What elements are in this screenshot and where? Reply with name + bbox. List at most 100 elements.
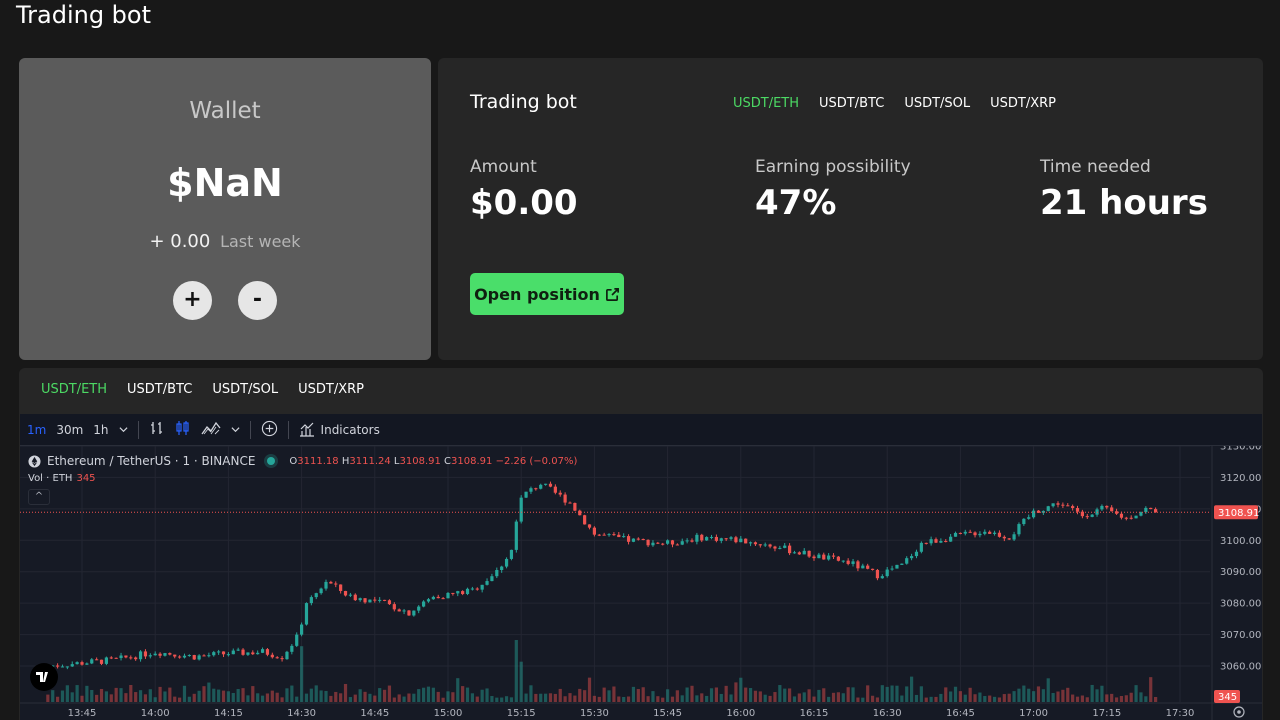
interval-30m-button[interactable]: 30m xyxy=(56,423,83,437)
candle xyxy=(914,551,919,557)
candle xyxy=(597,534,601,536)
interval-dropdown-chevron-icon[interactable] xyxy=(119,423,128,437)
candle xyxy=(56,665,60,667)
volume-bar xyxy=(905,686,909,702)
volume-bar xyxy=(822,688,826,702)
chart-style-chevron-icon[interactable] xyxy=(231,423,240,437)
volume-bar xyxy=(578,688,582,702)
volume-bar xyxy=(934,696,938,702)
candle xyxy=(1124,517,1128,519)
volume-bar xyxy=(700,693,704,702)
candle xyxy=(807,550,811,557)
candles-style-icon[interactable] xyxy=(175,420,191,439)
add-compare-icon[interactable] xyxy=(261,420,278,440)
candle xyxy=(802,550,806,555)
volume-bar xyxy=(841,693,845,702)
volume-bar xyxy=(226,691,230,702)
volume-bar xyxy=(192,693,196,702)
candle xyxy=(788,545,792,554)
candlestick-chart[interactable]: 3130.003120.003110.003100.003090.003080.… xyxy=(20,446,1262,720)
volume-bar xyxy=(944,687,948,702)
volume-bar xyxy=(368,693,372,702)
volume-bar xyxy=(670,696,675,702)
volume-bar xyxy=(534,693,538,702)
candle xyxy=(343,590,348,596)
deposit-button[interactable]: + xyxy=(173,281,212,320)
volume-bar xyxy=(573,695,577,702)
volume-bar xyxy=(392,697,396,702)
candle xyxy=(1027,517,1031,519)
chart-pane[interactable]: 3130.003120.003110.003100.003090.003080.… xyxy=(20,446,1262,720)
volume-bar xyxy=(417,689,421,702)
interval-1h-button[interactable]: 1h xyxy=(93,423,108,437)
wallet-card: Wallet $NaN + 0.00 Last week + - xyxy=(19,58,431,360)
candle xyxy=(178,656,182,658)
bar-chart-style-icon[interactable] xyxy=(149,420,165,439)
volume-bar xyxy=(675,690,679,702)
volume-bar xyxy=(685,687,689,702)
volume-bar xyxy=(1012,691,1016,702)
candle xyxy=(451,592,455,594)
indicators-button[interactable]: Indicators xyxy=(299,422,380,437)
volume-bar xyxy=(1149,677,1153,702)
last-price-label: 3108.91 xyxy=(1218,508,1259,519)
volume-bar xyxy=(1154,696,1158,702)
candle xyxy=(1075,508,1080,512)
bot-tab-usdt-xrp[interactable]: USDT/XRP xyxy=(990,96,1056,111)
candle xyxy=(270,654,274,658)
candle xyxy=(295,634,299,646)
bot-tab-usdt-eth[interactable]: USDT/ETH xyxy=(733,96,799,111)
volume-bar xyxy=(158,686,162,702)
candle xyxy=(504,558,509,567)
candle xyxy=(348,594,352,596)
chart-pair-tabs: USDT/ETH USDT/BTC USDT/SOL USDT/XRP xyxy=(41,382,364,397)
candle xyxy=(1002,536,1006,539)
candle xyxy=(114,657,118,659)
candle xyxy=(905,558,909,564)
toolbar-divider xyxy=(249,420,251,439)
chart-tab-usdt-btc[interactable]: USDT/BTC xyxy=(127,382,192,397)
bot-tab-usdt-sol[interactable]: USDT/SOL xyxy=(904,96,970,111)
volume-bar xyxy=(441,697,445,702)
candle xyxy=(568,502,572,504)
candle xyxy=(334,583,338,585)
volume-bar xyxy=(265,693,270,702)
volume-bar xyxy=(217,689,221,702)
candle xyxy=(1071,506,1075,509)
volume-bar xyxy=(724,685,728,702)
volume-bar xyxy=(163,691,167,702)
withdraw-button[interactable]: - xyxy=(238,281,277,320)
volume-bar xyxy=(343,683,348,702)
collapse-legend-chevron-icon[interactable]: ^ xyxy=(28,489,50,505)
volume-bar xyxy=(1051,692,1055,702)
candle xyxy=(812,556,816,559)
candle xyxy=(90,659,94,664)
volume-bar xyxy=(705,695,709,702)
volume-bar xyxy=(221,690,226,702)
volume-bar xyxy=(1032,691,1036,702)
candle xyxy=(109,657,113,659)
chart-tab-usdt-sol[interactable]: USDT/SOL xyxy=(212,382,278,397)
volume-bar xyxy=(138,690,143,702)
volume-bar xyxy=(524,693,528,702)
candle xyxy=(1129,517,1133,519)
volume-bar xyxy=(797,693,801,702)
open-position-button[interactable]: Open position xyxy=(470,273,624,315)
volume-bar xyxy=(475,696,479,702)
candle xyxy=(578,510,582,516)
interval-1m-button[interactable]: 1m xyxy=(27,423,46,437)
bot-tab-usdt-btc[interactable]: USDT/BTC xyxy=(819,96,884,111)
volume-bar xyxy=(563,696,567,702)
x-tick-label: 17:00 xyxy=(1019,708,1048,719)
candle xyxy=(1100,505,1104,510)
volume-bar xyxy=(363,691,367,702)
chart-tab-usdt-eth[interactable]: USDT/ETH xyxy=(41,382,107,397)
candle xyxy=(841,560,845,562)
chart-tab-usdt-xrp[interactable]: USDT/XRP xyxy=(298,382,364,397)
symbol-name[interactable]: Ethereum / TetherUS · 1 · BINANCE xyxy=(47,454,255,468)
volume-bar xyxy=(1002,694,1006,702)
x-tick-label: 17:30 xyxy=(1166,708,1195,719)
volume-bar xyxy=(431,687,435,702)
x-tick-label: 16:15 xyxy=(800,708,829,719)
area-chart-style-icon[interactable] xyxy=(201,420,221,439)
